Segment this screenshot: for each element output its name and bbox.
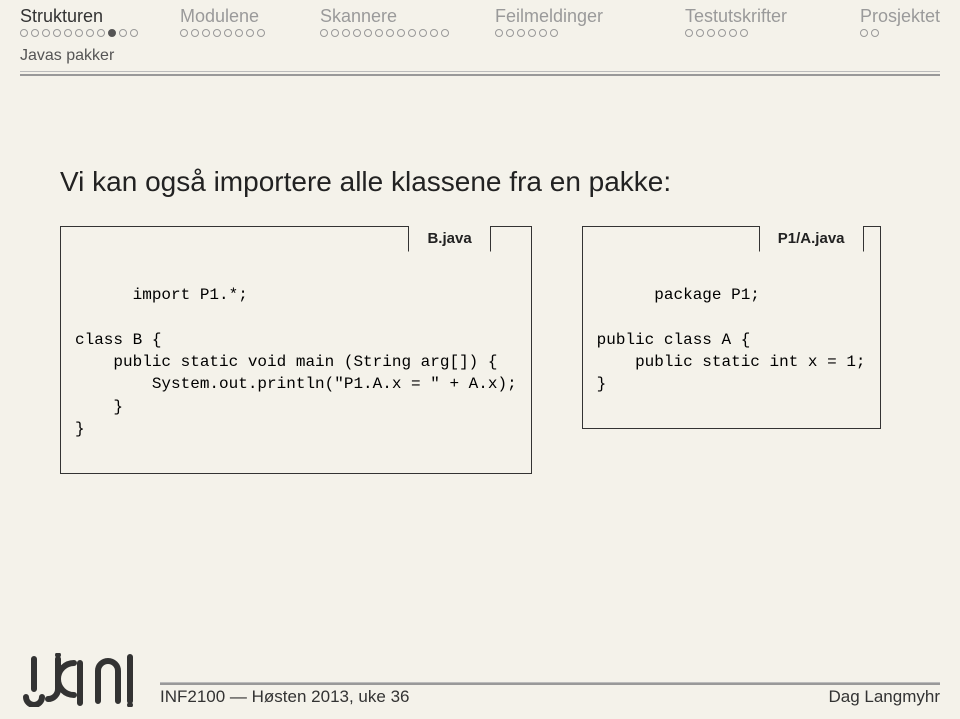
progress-dot	[130, 29, 138, 37]
progress-dot	[550, 29, 558, 37]
nav-progress	[495, 29, 685, 37]
footer-left-text: INF2100 — Høsten 2013, uke 36	[160, 687, 409, 707]
progress-dot	[419, 29, 427, 37]
progress-dot	[257, 29, 265, 37]
nav-sections: StrukturenModuleneSkannereFeilmeldingerT…	[0, 0, 960, 37]
progress-dot	[860, 29, 868, 37]
nav-label: Feilmeldinger	[495, 6, 685, 27]
nav-progress	[20, 29, 180, 37]
progress-dot	[119, 29, 127, 37]
progress-dot	[517, 29, 525, 37]
content-area: Vi kan også importere alle klassene fra …	[0, 76, 960, 474]
code-text-right: package P1; public class A { public stat…	[597, 286, 866, 394]
progress-dot	[729, 29, 737, 37]
footer-divider-thick	[160, 683, 940, 685]
progress-dot	[506, 29, 514, 37]
nav-item-1[interactable]: Modulene	[180, 6, 320, 37]
nav-item-3[interactable]: Feilmeldinger	[495, 6, 685, 37]
progress-dot	[430, 29, 438, 37]
progress-dot	[42, 29, 50, 37]
progress-dot	[86, 29, 94, 37]
nav-label: Skannere	[320, 6, 495, 27]
progress-dot	[20, 29, 28, 37]
progress-dot	[202, 29, 210, 37]
progress-dot	[64, 29, 72, 37]
header-divider-thin	[20, 71, 940, 72]
logo-icon	[20, 653, 140, 707]
progress-dot	[707, 29, 715, 37]
progress-dot	[539, 29, 547, 37]
progress-dot	[364, 29, 372, 37]
progress-dot	[495, 29, 503, 37]
nav-item-5[interactable]: Prosjektet	[860, 6, 940, 37]
progress-dot	[320, 29, 328, 37]
progress-dot	[685, 29, 693, 37]
nav-progress	[860, 29, 940, 37]
progress-dot	[191, 29, 199, 37]
progress-dot	[441, 29, 449, 37]
progress-dot	[528, 29, 536, 37]
progress-dot	[331, 29, 339, 37]
nav-progress	[180, 29, 320, 37]
footer: INF2100 — Høsten 2013, uke 36 Dag Langmy…	[0, 641, 960, 719]
nav-label: Testutskrifter	[685, 6, 860, 27]
progress-dot	[718, 29, 726, 37]
progress-dot	[108, 29, 116, 37]
progress-dot	[386, 29, 394, 37]
progress-dot	[375, 29, 383, 37]
slide-heading: Vi kan også importere alle klassene fra …	[60, 166, 900, 198]
progress-dot	[696, 29, 704, 37]
progress-dot	[53, 29, 61, 37]
nav-label: Strukturen	[20, 6, 180, 27]
progress-dot	[75, 29, 83, 37]
nav-progress	[685, 29, 860, 37]
code-block-p1-a-java: P1/A.java package P1; public class A { p…	[582, 226, 881, 429]
subsection-label: Javas pakker	[0, 37, 960, 71]
footer-right-text: Dag Langmyhr	[828, 687, 940, 707]
progress-dot	[408, 29, 416, 37]
progress-dot	[213, 29, 221, 37]
progress-dot	[31, 29, 39, 37]
nav-label: Modulene	[180, 6, 320, 27]
nav-item-4[interactable]: Testutskrifter	[685, 6, 860, 37]
progress-dot	[235, 29, 243, 37]
filename-tab-left: B.java	[408, 226, 490, 252]
code-block-b-java: B.java import P1.*; class B { public sta…	[60, 226, 532, 474]
progress-dot	[740, 29, 748, 37]
progress-dot	[97, 29, 105, 37]
nav-item-0[interactable]: Strukturen	[20, 6, 180, 37]
progress-dot	[224, 29, 232, 37]
progress-dot	[246, 29, 254, 37]
progress-dot	[353, 29, 361, 37]
progress-dot	[342, 29, 350, 37]
progress-dot	[180, 29, 188, 37]
code-text-left: import P1.*; class B { public static voi…	[75, 286, 517, 438]
nav-item-2[interactable]: Skannere	[320, 6, 495, 37]
nav-progress	[320, 29, 495, 37]
progress-dot	[871, 29, 879, 37]
code-row: B.java import P1.*; class B { public sta…	[60, 226, 900, 474]
nav-label: Prosjektet	[860, 6, 940, 27]
filename-tab-right: P1/A.java	[759, 226, 864, 252]
progress-dot	[397, 29, 405, 37]
